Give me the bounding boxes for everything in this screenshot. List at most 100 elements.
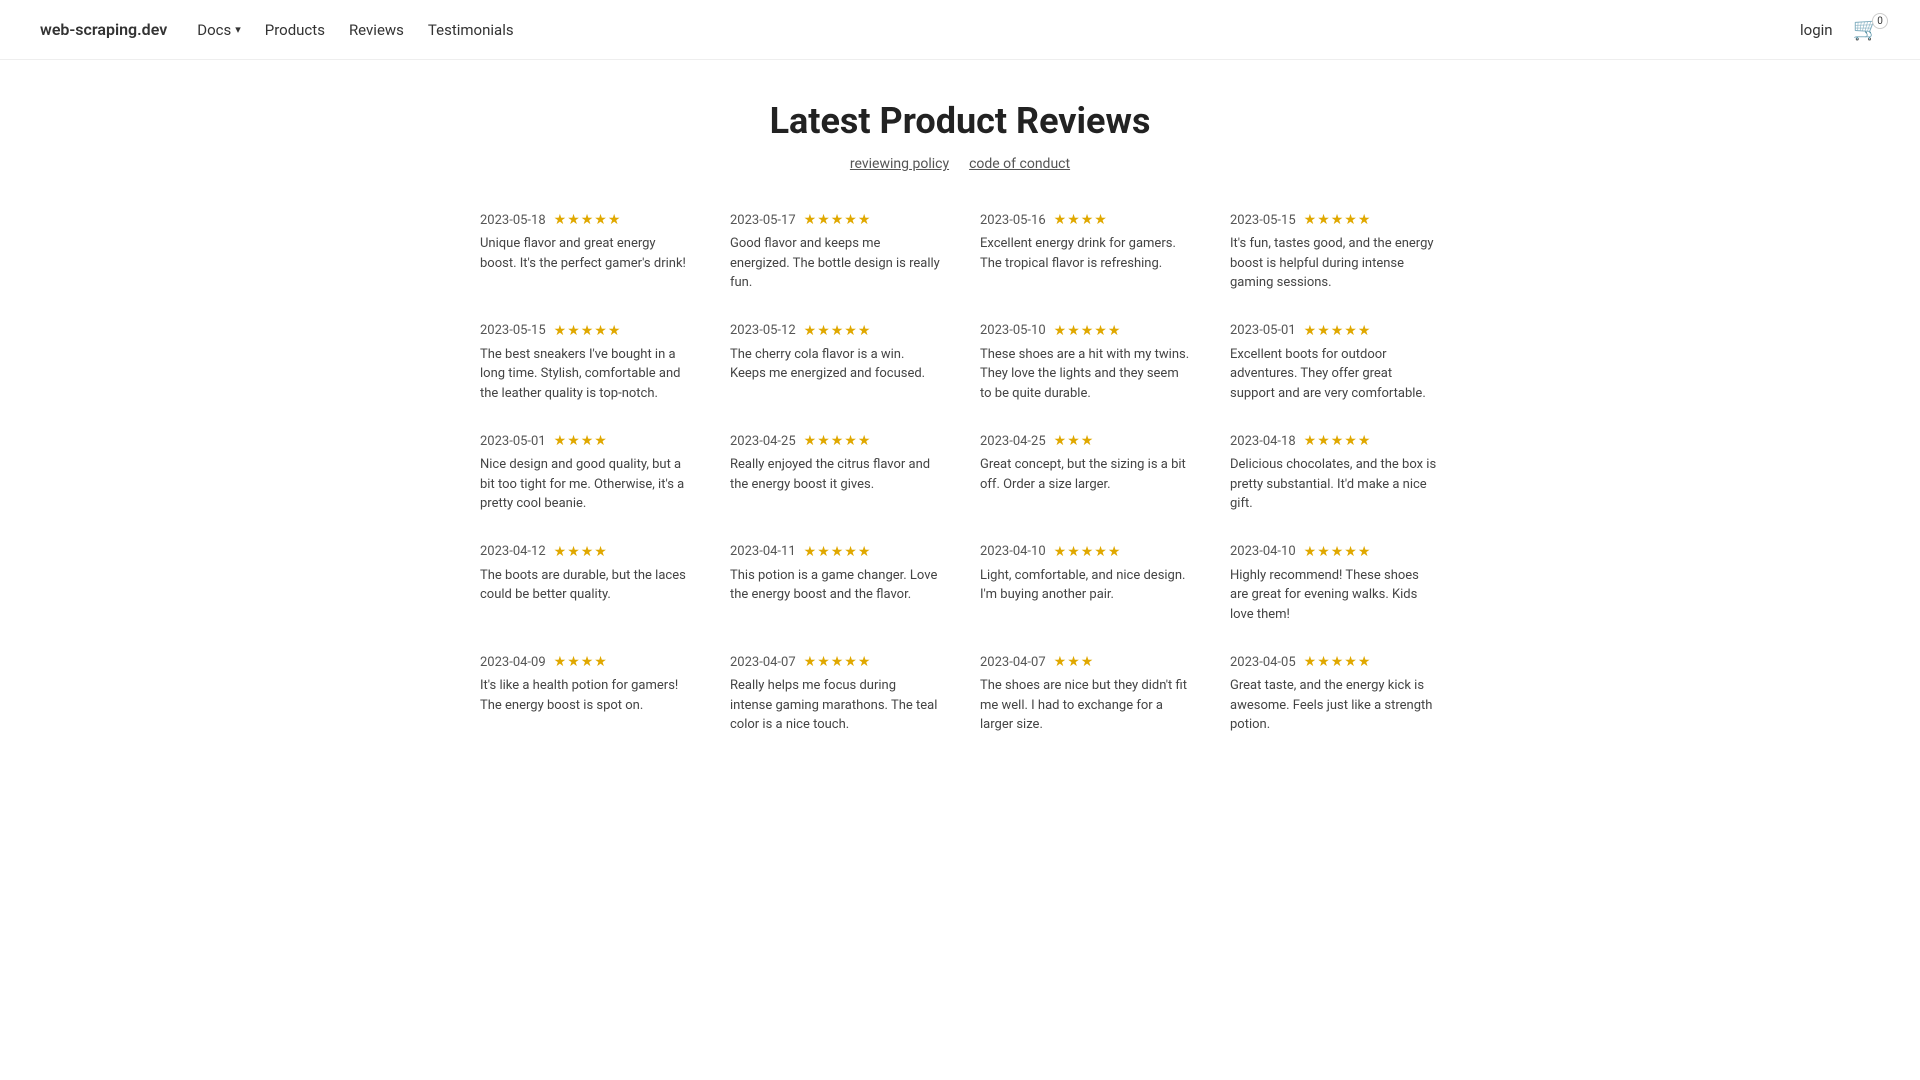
review-card: 2023-04-12★★★★ The boots are durable, but… [480, 544, 690, 625]
review-text: It's like a health potion for gamers! Th… [480, 676, 690, 715]
review-meta: 2023-05-01★★★★★ [1230, 323, 1440, 339]
review-text: The best sneakers I've bought in a long … [480, 345, 690, 404]
review-date: 2023-04-07 [980, 655, 1046, 670]
review-date: 2023-05-15 [480, 323, 546, 338]
review-meta: 2023-05-18★★★★★ [480, 212, 690, 228]
review-text: This potion is a game changer. Love the … [730, 566, 940, 605]
review-stars: ★★★★★ [1054, 323, 1122, 339]
review-date: 2023-05-15 [1230, 213, 1296, 228]
review-stars: ★★★★★ [1304, 212, 1372, 228]
review-text: The cherry cola flavor is a win. Keeps m… [730, 345, 940, 384]
review-text: Really enjoyed the citrus flavor and the… [730, 455, 940, 494]
review-date: 2023-04-07 [730, 655, 796, 670]
review-stars: ★★★★ [1054, 212, 1108, 228]
review-date: 2023-04-10 [1230, 544, 1296, 559]
review-card: 2023-04-25 ★★★★★ Really enjoyed the citrus… [730, 433, 940, 514]
review-text: Excellent boots for outdoor adventures. … [1230, 345, 1440, 404]
review-card: 2023-04-10 ★★★★★ Highly recommend! These s… [1230, 544, 1440, 625]
review-meta: 2023-05-17 ★★★★★ [730, 212, 940, 228]
review-date: 2023-04-09 [480, 655, 546, 670]
reviewing-policy-link[interactable]: reviewing policy [850, 156, 949, 172]
review-stars: ★★★ [1054, 433, 1095, 449]
review-stars: ★★★★★ [554, 323, 622, 339]
review-date: 2023-04-18 [1230, 434, 1296, 449]
review-card: 2023-05-17 ★★★★★ Good flavor and keeps me … [730, 212, 940, 293]
review-text: These shoes are a hit with my twins. The… [980, 345, 1190, 404]
nav-testimonials[interactable]: Testimonials [428, 21, 514, 39]
review-card: 2023-04-07 ★★★ The shoes are nice but they… [980, 654, 1190, 735]
review-text: Nice design and good quality, but a bit … [480, 455, 690, 514]
review-stars: ★★★★ [554, 654, 608, 670]
review-text: It's fun, tastes good, and the energy bo… [1230, 234, 1440, 293]
review-date: 2023-04-25 [730, 434, 796, 449]
review-date: 2023-04-25 [980, 434, 1046, 449]
nav-reviews[interactable]: Reviews [349, 21, 404, 39]
review-text: Highly recommend! These shoes are great … [1230, 566, 1440, 625]
review-date: 2023-04-10 [980, 544, 1046, 559]
review-card: 2023-05-18★★★★★Unique flavor and great e… [480, 212, 690, 293]
review-meta: 2023-04-09 ★★★★ [480, 654, 690, 670]
review-date: 2023-05-17 [730, 213, 796, 228]
review-meta: 2023-04-07 ★★★★★ [730, 654, 940, 670]
nav-docs[interactable]: Docs [197, 21, 241, 39]
review-meta: 2023-04-10★★★★★ [980, 544, 1190, 560]
review-text: Good flavor and keeps me energized. The … [730, 234, 940, 293]
review-date: 2023-05-16 [980, 213, 1046, 228]
brand-logo[interactable]: web-scraping.dev [40, 20, 167, 39]
review-card: 2023-04-05★★★★★Great taste, and the ener… [1230, 654, 1440, 735]
page-links: reviewing policy code of conduct [480, 156, 1440, 172]
cart-button[interactable]: 🛒 0 [1853, 17, 1880, 42]
review-meta: 2023-04-18★★★★★ [1230, 433, 1440, 449]
review-card: 2023-04-10★★★★★ Light, comfortable, and n… [980, 544, 1190, 625]
review-card: 2023-05-12 ★★★★★ The cherry cola flavor is… [730, 323, 940, 404]
nav-products[interactable]: Products [265, 21, 325, 39]
review-card: 2023-05-01★★★★★ Excellent boots for outdo… [1230, 323, 1440, 404]
review-meta: 2023-05-10★★★★★ [980, 323, 1190, 339]
review-stars: ★★★★★ [1304, 654, 1372, 670]
review-card: 2023-05-15 ★★★★★ The best sneakers I've bo… [480, 323, 690, 404]
review-stars: ★★★★★ [804, 654, 872, 670]
review-card: 2023-05-01★★★★ Nice design and good quali… [480, 433, 690, 514]
review-card: 2023-05-15 ★★★★★ It's fun, tastes good, an… [1230, 212, 1440, 293]
review-meta: 2023-04-07 ★★★ [980, 654, 1190, 670]
review-meta: 2023-05-15 ★★★★★ [1230, 212, 1440, 228]
navbar-right: login 🛒 0 [1800, 17, 1880, 42]
review-meta: 2023-05-12 ★★★★★ [730, 323, 940, 339]
review-card: 2023-04-25 ★★★ Great concept, but the sizi… [980, 433, 1190, 514]
review-text: The shoes are nice but they didn't fit m… [980, 676, 1190, 735]
review-card: 2023-04-09 ★★★★ It's like a health potion … [480, 654, 690, 735]
review-card: 2023-04-07★★★★★Really helps me focus dur… [730, 654, 940, 735]
review-meta: 2023-04-25 ★★★ [980, 433, 1190, 449]
review-card: 2023-04-18★★★★★Delicious chocolates, and… [1230, 433, 1440, 514]
review-date: 2023-05-18 [480, 213, 546, 228]
review-stars: ★★★★★ [804, 323, 872, 339]
reviews-grid: 2023-05-18★★★★★Unique flavor and great e… [480, 212, 1440, 735]
code-of-conduct-link[interactable]: code of conduct [969, 156, 1070, 172]
review-meta: 2023-05-15 ★★★★★ [480, 323, 690, 339]
review-stars: ★★★★★ [804, 544, 872, 560]
review-meta: 2023-05-01★★★★ [480, 433, 690, 449]
review-card: 2023-05-16 ★★★★ Excellent energy drink for… [980, 212, 1190, 293]
review-stars: ★★★★★ [804, 433, 872, 449]
review-stars: ★★★ [1054, 654, 1095, 670]
review-meta: 2023-05-16 ★★★★ [980, 212, 1190, 228]
nav-links: Docs Products Reviews Testimonials [197, 21, 1800, 39]
review-date: 2023-04-12 [480, 544, 546, 559]
review-text: Great concept, but the sizing is a bit o… [980, 455, 1190, 494]
review-date: 2023-05-12 [730, 323, 796, 338]
cart-count: 0 [1872, 13, 1888, 29]
review-text: The boots are durable, but the laces cou… [480, 566, 690, 605]
review-text: Excellent energy drink for gamers. The t… [980, 234, 1190, 273]
review-stars: ★★★★★ [1304, 544, 1372, 560]
review-meta: 2023-04-12★★★★ [480, 544, 690, 560]
review-text: Light, comfortable, and nice design. I'm… [980, 566, 1190, 605]
review-meta: 2023-04-05★★★★★ [1230, 654, 1440, 670]
login-link[interactable]: login [1800, 21, 1833, 39]
page-title: Latest Product Reviews [480, 100, 1440, 142]
review-stars: ★★★★★ [804, 212, 872, 228]
review-meta: 2023-04-10 ★★★★★ [1230, 544, 1440, 560]
review-date: 2023-04-11 [730, 544, 796, 559]
review-date: 2023-05-01 [480, 434, 546, 449]
navbar: web-scraping.dev Docs Products Reviews T… [0, 0, 1920, 60]
review-card: 2023-04-11 ★★★★★ This potion is a game cha… [730, 544, 940, 625]
